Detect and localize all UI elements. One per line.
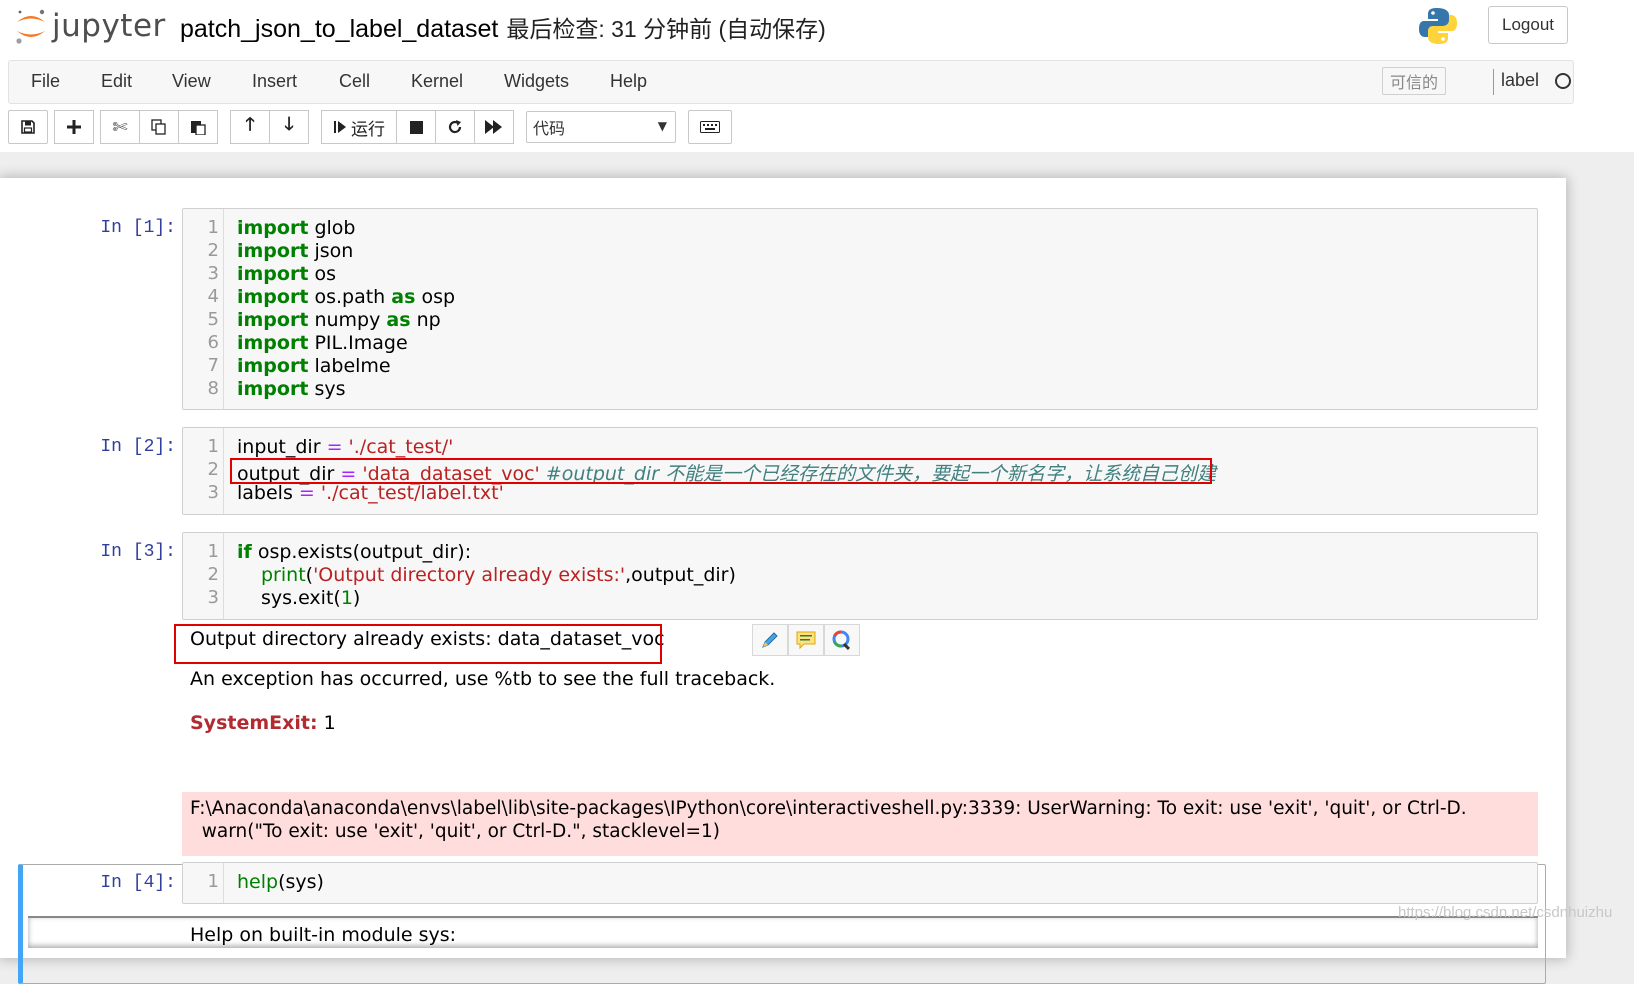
stderr-output: F:\Anaconda\anaconda\envs\label\lib\site… xyxy=(182,792,1538,856)
help-output: Help on built-in module sys: xyxy=(190,924,457,946)
watermark: https://blog.csdn.net/csdnhuizhu xyxy=(1398,904,1613,921)
add-cell-button[interactable] xyxy=(54,110,94,144)
command-palette-button[interactable] xyxy=(688,110,732,144)
cut-button[interactable]: ✄ xyxy=(100,110,140,144)
step-icon xyxy=(334,121,346,133)
cell-1-input[interactable]: 1 import glob 2 import json 3 import os 4 im… xyxy=(182,208,1538,410)
google-search-icon[interactable] xyxy=(824,624,860,656)
cell-2-prompt: In [2]: xyxy=(100,437,176,457)
menu-file[interactable]: File xyxy=(31,71,60,92)
output-scroll-area[interactable]: Help on built-in module sys: xyxy=(28,916,1538,948)
save-button[interactable] xyxy=(8,110,48,144)
stop-icon xyxy=(409,120,423,134)
plus-icon xyxy=(67,120,81,134)
exception-note: An exception has occurred, use %tb to se… xyxy=(190,668,776,690)
stderr-line: warn("To exit: use 'exit', 'quit', or Ct… xyxy=(190,821,720,842)
jupyter-logo-icon xyxy=(14,6,48,46)
kernel-name: label xyxy=(1501,70,1540,90)
menu-view[interactable]: View xyxy=(172,71,211,92)
menubar: File Edit View Insert Cell Kernel Widget… xyxy=(8,60,1574,104)
cell-3-input[interactable]: 1 if osp.exists(output_dir): 2 print('Outp… xyxy=(182,532,1538,620)
restart-button[interactable] xyxy=(435,110,475,144)
copy-icon xyxy=(151,119,166,135)
highlight-box xyxy=(230,458,1212,484)
notebook-title[interactable]: patch_json_to_label_dataset 最后检查: 31 分钟前… xyxy=(180,10,826,44)
menu-kernel[interactable]: Kernel xyxy=(411,71,463,92)
menu-edit[interactable]: Edit xyxy=(101,71,132,92)
fast-forward-icon xyxy=(485,120,502,134)
kernel-separator xyxy=(1493,69,1494,95)
exception-line: SystemExit: 1 xyxy=(190,712,336,734)
stderr-line: F:\Anaconda\anaconda\envs\label\lib\site… xyxy=(190,798,1467,819)
run-label: 运行 xyxy=(351,119,385,139)
notebook-container: In [1]: 1 import glob 2 import json 3 impor… xyxy=(0,178,1566,984)
paste-button[interactable] xyxy=(178,110,218,144)
keyboard-icon xyxy=(700,121,720,133)
cell-4-input[interactable]: 1 help(sys) xyxy=(182,862,1538,904)
highlight-box xyxy=(174,624,662,664)
menu-widgets[interactable]: Widgets xyxy=(504,71,569,92)
python-logo-icon xyxy=(1418,6,1458,50)
edit-pencil-icon[interactable] xyxy=(752,624,788,656)
save-status: 最后检查: 31 分钟前 (自动保存) xyxy=(506,16,826,42)
chevron-down-icon: ▼ xyxy=(657,119,667,133)
run-button[interactable]: 运行 xyxy=(321,110,397,144)
notebook-name[interactable]: patch_json_to_label_dataset xyxy=(180,15,498,44)
menu-help[interactable]: Help xyxy=(610,71,647,92)
save-icon xyxy=(21,120,35,134)
move-up-button[interactable]: 🡑 xyxy=(230,110,270,144)
cell-type-select[interactable]: 代码 ▼ xyxy=(526,111,676,143)
arrow-down-icon: 🡓 xyxy=(284,114,294,135)
cell-1-prompt: In [1]: xyxy=(100,218,176,238)
jupyter-logo[interactable]: jupyter xyxy=(14,6,166,46)
cell-4-prompt: In [4]: xyxy=(100,873,176,893)
restart-icon xyxy=(448,120,462,134)
menu-cell[interactable]: Cell xyxy=(339,71,370,92)
arrow-up-icon: 🡑 xyxy=(245,114,255,135)
logout-button[interactable]: Logout xyxy=(1488,6,1568,44)
comment-icon[interactable] xyxy=(788,624,824,656)
cell-3-prompt: In [3]: xyxy=(100,542,176,562)
menu-insert[interactable]: Insert xyxy=(252,71,297,92)
cell-type-value: 代码 xyxy=(533,119,566,138)
jupyter-logo-text: jupyter xyxy=(52,8,166,44)
copy-button[interactable] xyxy=(139,110,179,144)
notebook-header: jupyter patch_json_to_label_dataset 最后检查… xyxy=(0,0,1634,152)
scissors-icon: ✄ xyxy=(112,116,128,138)
trusted-badge[interactable]: 可信的 xyxy=(1382,67,1446,95)
paste-icon xyxy=(191,121,206,135)
interrupt-button[interactable] xyxy=(396,110,436,144)
move-down-button[interactable]: 🡓 xyxy=(269,110,309,144)
restart-run-all-button[interactable] xyxy=(474,110,514,144)
kernel-idle-indicator-icon xyxy=(1555,73,1571,89)
floating-tools xyxy=(752,624,860,656)
